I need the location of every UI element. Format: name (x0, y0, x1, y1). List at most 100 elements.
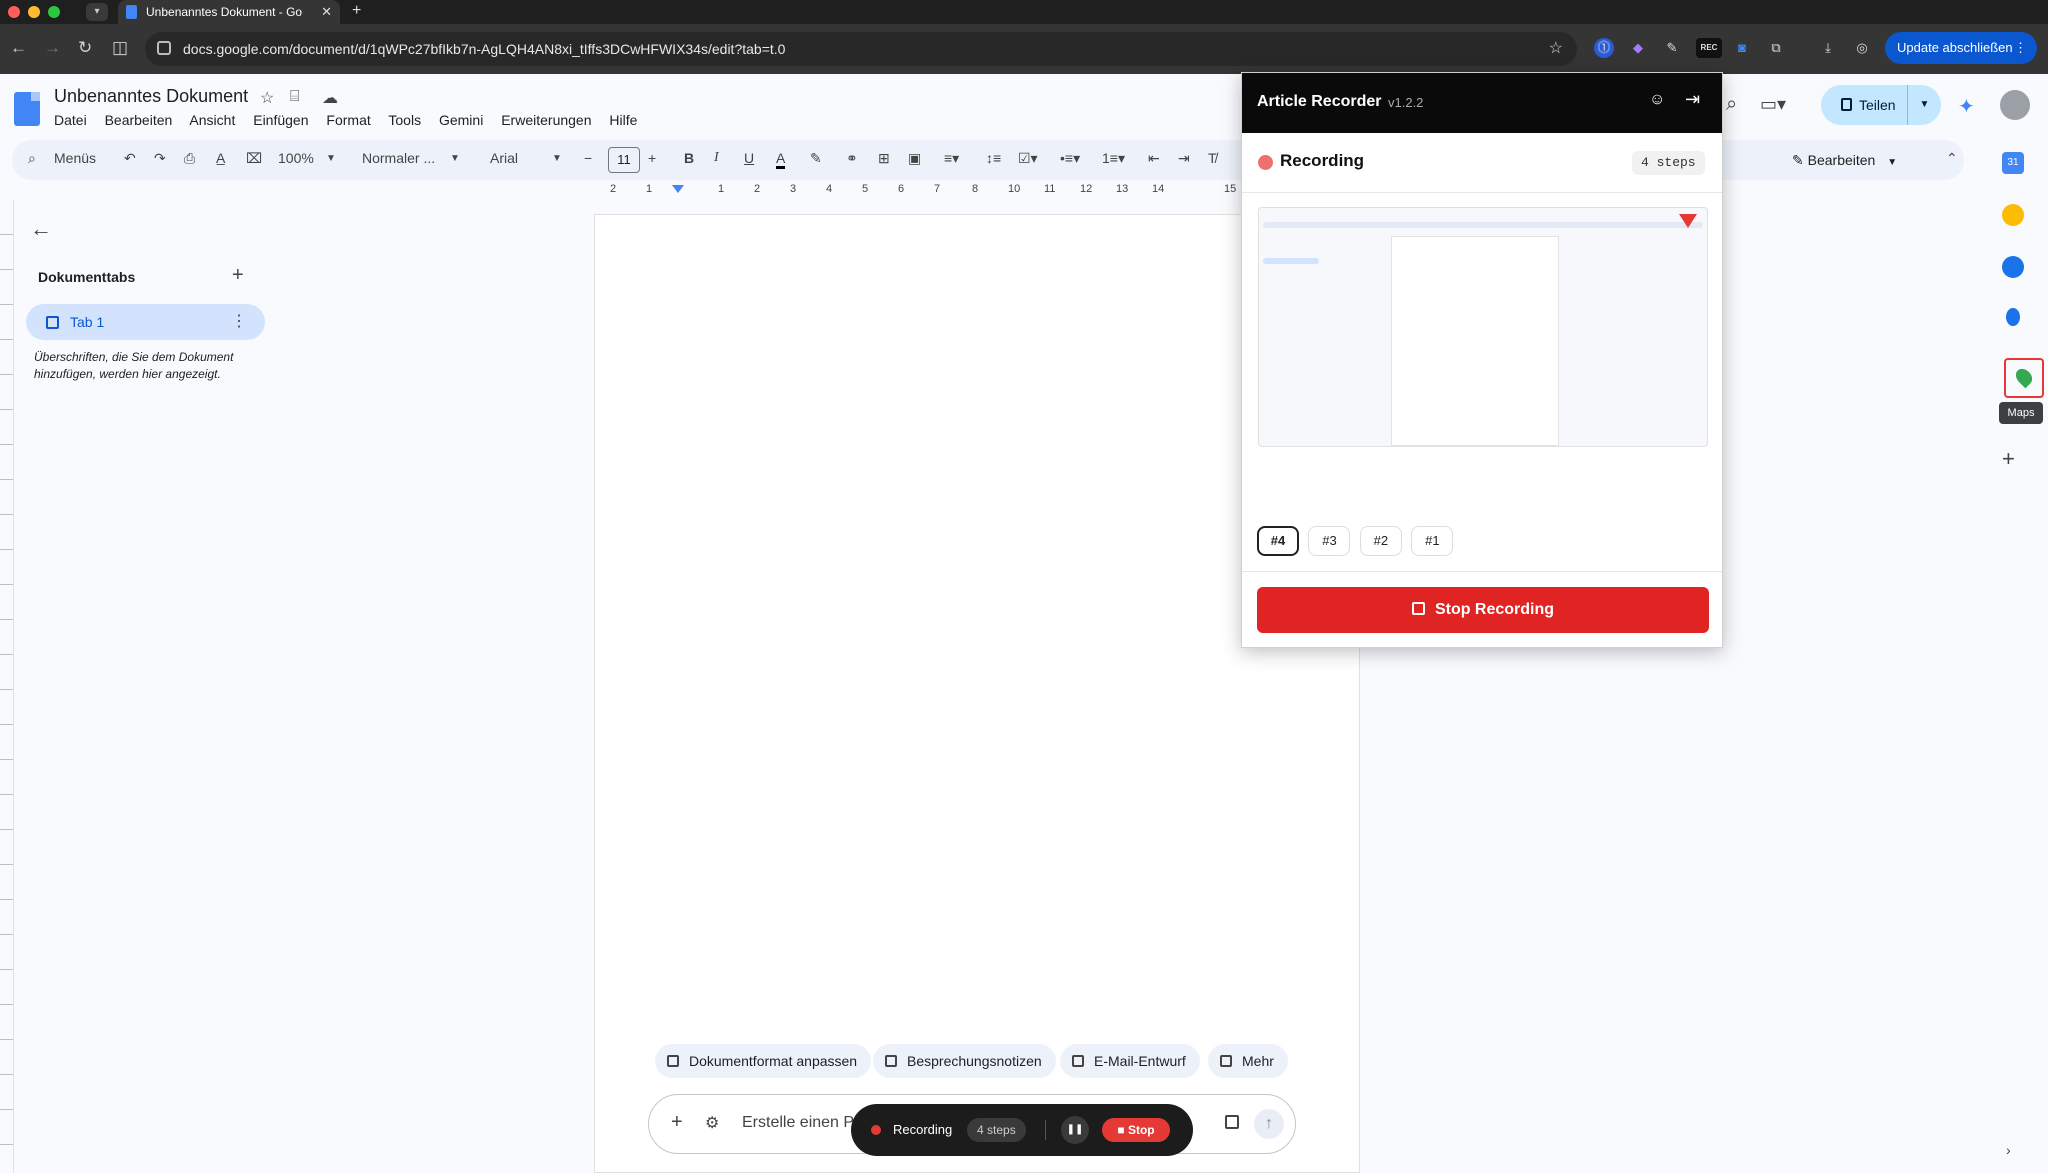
redo-icon[interactable]: ↷ (154, 150, 166, 167)
share-dropdown-icon[interactable]: ▼ (1907, 85, 1941, 125)
extension-purple-icon[interactable]: ◆ (1628, 38, 1648, 58)
back-icon[interactable]: ← (10, 38, 27, 58)
reload-icon[interactable]: ↻ (78, 38, 92, 58)
open-side-panel-icon[interactable] (1225, 1115, 1239, 1129)
tasks-icon[interactable] (2002, 256, 2024, 278)
highlight-icon[interactable]: ✎ (810, 150, 822, 167)
get-addons-icon[interactable]: + (2002, 446, 2015, 472)
menu-item-erweiterungen[interactable]: Erweiterungen (501, 112, 591, 128)
close-window-button[interactable] (8, 6, 20, 18)
bookmark-star-icon[interactable]: ☆ (1549, 32, 1563, 66)
user-icon[interactable]: ☺ (1649, 91, 1665, 109)
italic-icon[interactable]: I (714, 150, 719, 166)
menu-item-hilfe[interactable]: Hilfe (609, 112, 637, 128)
step-button-2[interactable]: #2 (1359, 526, 1402, 556)
show-side-panel-icon[interactable]: › (2006, 1142, 2011, 1158)
print-icon[interactable]: ⎙ (184, 150, 195, 167)
close-tab-icon[interactable]: ✕ (321, 0, 332, 24)
numbered-list-icon[interactable]: 1≡▾ (1102, 150, 1125, 167)
more-menu-icon[interactable]: ⋮ (2014, 32, 2027, 64)
menu-item-gemini[interactable]: Gemini (439, 112, 483, 128)
contacts-icon[interactable] (2006, 308, 2020, 326)
tab-options-icon[interactable]: ⋮ (231, 311, 247, 331)
increase-indent-icon[interactable]: ⇥ (1178, 150, 1190, 167)
editing-mode-select[interactable]: ✎ Bearbeiten ▼ (1792, 140, 1897, 180)
profile-icon[interactable]: ◎ (1852, 38, 1872, 58)
forward-icon[interactable]: → (44, 38, 61, 58)
step-button-1[interactable]: #1 (1411, 526, 1454, 556)
font-size-input[interactable]: 11 (608, 147, 640, 173)
text-color-icon[interactable]: A (776, 150, 786, 169)
menu-item-bearbeiten[interactable]: Bearbeiten (105, 112, 173, 128)
extensions-puzzle-icon[interactable]: ⧉ (1766, 38, 1786, 58)
menu-item-format[interactable]: Format (326, 112, 370, 128)
line-spacing-icon[interactable]: ↕≡ (986, 150, 1001, 166)
screenshot-extension-icon[interactable]: ◙ (1732, 38, 1752, 58)
search-menus-icon[interactable]: ⌕ (28, 150, 36, 167)
add-tab-button[interactable]: + (232, 264, 244, 287)
spellcheck-icon[interactable]: A̲ (216, 150, 225, 166)
password-manager-icon[interactable]: ⓵ (1594, 38, 1614, 58)
decrease-indent-icon[interactable]: ⇤ (1148, 150, 1160, 167)
chip-email-draft[interactable]: E-Mail-Entwurf (1060, 1044, 1200, 1078)
increase-font-size-icon[interactable]: + (648, 150, 656, 166)
zoom-select[interactable]: 100% (278, 150, 314, 166)
site-info-icon[interactable] (157, 41, 171, 55)
share-button[interactable]: Teilen ▼ (1821, 85, 1941, 125)
underline-icon[interactable]: U (744, 150, 754, 166)
docs-logo-icon[interactable] (14, 92, 40, 126)
zoom-dropdown-icon[interactable]: ▼ (326, 153, 336, 164)
menu-item-datei[interactable]: Datei (54, 112, 87, 128)
checklist-icon[interactable]: ☑▾ (1018, 150, 1038, 167)
extension-pen-icon[interactable]: ✎ (1662, 38, 1682, 58)
downloads-icon[interactable]: ⤓ (1818, 38, 1838, 58)
add-comment-icon[interactable]: ⊞ (878, 150, 890, 167)
tab-search-icon[interactable]: ▾ (86, 3, 108, 21)
chip-more[interactable]: Mehr (1208, 1044, 1288, 1078)
split-view-icon[interactable]: ◫ (112, 38, 128, 58)
star-icon[interactable]: ☆ (260, 88, 274, 108)
maps-button[interactable] (2004, 358, 2044, 398)
undo-icon[interactable]: ↶ (124, 150, 136, 167)
step-button-4[interactable]: #4 (1257, 526, 1299, 556)
add-attachment-icon[interactable]: + (671, 1111, 683, 1134)
meet-video-icon[interactable]: ▭▾ (1760, 94, 1786, 115)
document-title[interactable]: Unbenanntes Dokument (54, 86, 248, 107)
send-icon[interactable]: ↑ (1254, 1109, 1284, 1139)
insert-image-icon[interactable]: ▣ (908, 150, 921, 167)
maximize-window-button[interactable] (48, 6, 60, 18)
keep-icon[interactable] (2002, 204, 2024, 226)
tune-settings-icon[interactable]: ⚙ (705, 1113, 719, 1133)
style-select[interactable]: Normaler ... (362, 150, 435, 166)
style-dropdown-icon[interactable]: ▼ (450, 153, 460, 164)
article-recorder-extension-icon[interactable]: REC (1696, 38, 1722, 58)
stop-button[interactable]: ■ Stop (1102, 1118, 1170, 1142)
close-outline-arrow-icon[interactable]: ← (30, 216, 52, 242)
font-select[interactable]: Arial (490, 150, 518, 166)
align-icon[interactable]: ≡▾ (944, 150, 959, 167)
logout-icon[interactable]: ⇥ (1685, 89, 1700, 110)
decrease-font-size-icon[interactable]: − (584, 150, 592, 166)
vertical-ruler[interactable] (0, 200, 14, 1173)
chip-meeting-notes[interactable]: Besprechungsnotizen (873, 1044, 1056, 1078)
update-button[interactable]: Update abschließen ⋮ (1885, 32, 2037, 64)
font-dropdown-icon[interactable]: ▼ (552, 153, 562, 164)
bold-icon[interactable]: B (684, 150, 694, 166)
clear-formatting-icon[interactable]: T̸ (1208, 150, 1217, 166)
step-button-3[interactable]: #3 (1308, 526, 1351, 556)
comment-history-icon[interactable]: ⌕ (1726, 93, 1737, 116)
chip-document-format[interactable]: Dokumentformat anpassen (655, 1044, 872, 1078)
document-tab-1[interactable]: Tab 1 ⋮ (26, 304, 265, 340)
minimize-window-button[interactable] (28, 6, 40, 18)
search-menus-label[interactable]: Menüs (54, 150, 96, 166)
menu-item-tools[interactable]: Tools (388, 112, 421, 128)
move-folder-icon[interactable]: ⌸ (290, 88, 300, 106)
new-tab-button[interactable]: + (352, 2, 361, 20)
collapse-menus-icon[interactable]: ⌃ (1946, 150, 1958, 167)
insert-link-icon[interactable]: ⚭ (846, 150, 858, 167)
gemini-icon[interactable]: ✦ (1958, 94, 1975, 119)
bulleted-list-icon[interactable]: •≡▾ (1060, 150, 1080, 167)
avatar[interactable] (2000, 90, 2030, 120)
address-bar[interactable]: docs.google.com/document/d/1qWPc27bfIkb7… (145, 32, 1577, 66)
paint-format-icon[interactable]: ⌧ (246, 150, 262, 167)
